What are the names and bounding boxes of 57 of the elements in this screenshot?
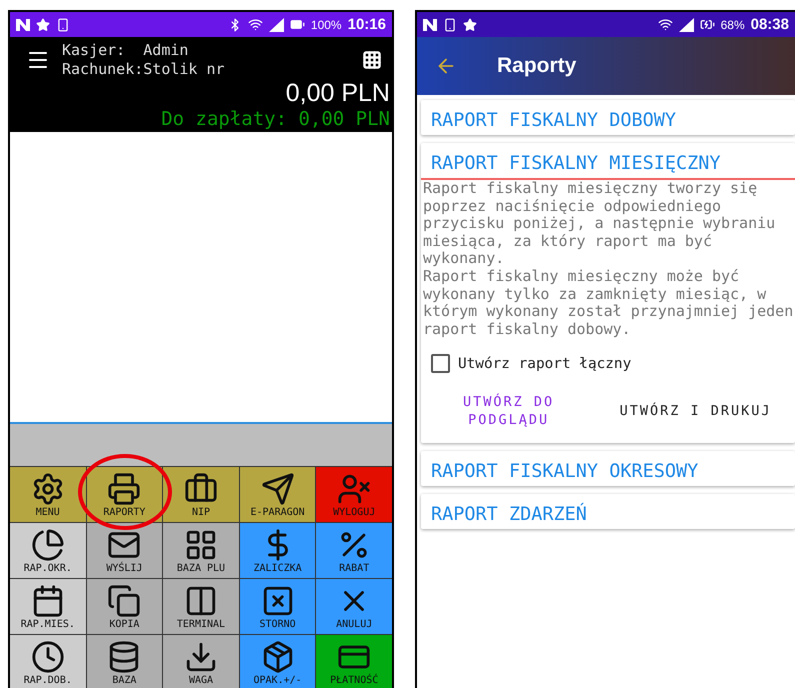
function-tile[interactable]: WAGA [163, 635, 239, 688]
app-bar-title: Raporty [496, 54, 576, 78]
function-tile[interactable]: RAPORTY [86, 467, 162, 522]
tile-icon [260, 472, 295, 506]
bill-label: Rachunek:Stolik nr [62, 60, 226, 78]
preview-button[interactable]: UTWÓRZ DO PODGLĄDU [420, 393, 596, 430]
star-icon [36, 18, 50, 32]
battery-percent: 100% [310, 18, 342, 32]
function-tile[interactable]: WYŚLIJ [86, 523, 162, 578]
battery-icon [700, 17, 715, 32]
function-tile[interactable]: BAZA [86, 635, 162, 688]
function-tile[interactable]: KOPIA [86, 579, 162, 634]
report-title[interactable]: RAPORT FISKALNY OKRESOWY [420, 451, 795, 486]
report-description: Raport fiskalny miesięczny może być wykonany tylko za zamknięty miesiąc, w którym wykonany został przynajmniej jeden raport fiskalny dobowy. [422, 268, 794, 338]
function-tile[interactable]: STORNO [240, 579, 316, 634]
report-title[interactable]: RAPORT ZDARZEŃ [420, 494, 795, 530]
n-logo-icon [422, 18, 437, 30]
function-tile[interactable]: WYLOGUJ [316, 467, 392, 522]
signal-icon [678, 18, 694, 32]
cashier-label: Kasjer: Admin [62, 41, 190, 60]
report-title[interactable]: RAPORT FISKALNY MIESIĘCZNY [420, 143, 795, 180]
function-tile[interactable]: RAP.MIES. [10, 579, 86, 634]
report-title[interactable]: RAPORT FISKALNY DOBOWY [420, 100, 795, 135]
function-tile[interactable]: BAZA PLU [163, 523, 239, 578]
phone-icon [442, 18, 457, 32]
battery-icon [290, 17, 305, 32]
function-tile[interactable]: E-PARAGON [240, 467, 316, 522]
amount-due: Do zapłaty: 0,00 PLN [161, 108, 391, 132]
phone-icon [56, 18, 70, 32]
star-icon [462, 18, 477, 32]
tile-icon [107, 472, 142, 506]
tile-icon [30, 528, 65, 562]
wifi-icon [248, 17, 263, 32]
battery-percent: 68% [720, 18, 745, 32]
function-tile[interactable]: RAP.DOB. [10, 635, 86, 688]
function-tile[interactable]: ZALICZKA [240, 523, 316, 578]
tile-icon [30, 640, 65, 674]
total-amount: 0,00 PLN [286, 78, 391, 108]
n-logo-icon [16, 18, 30, 30]
function-tile[interactable]: TERMINAL [163, 579, 239, 634]
function-tile[interactable]: NIP [163, 467, 239, 522]
tile-icon [107, 584, 142, 618]
function-tile[interactable]: RAP.OKR. [10, 523, 86, 578]
print-button[interactable]: UTWÓRZ I DRUKUJ [596, 402, 795, 420]
clock: 08:38 [750, 16, 789, 33]
function-tile[interactable]: OPAK.+/- [240, 635, 316, 688]
function-tile[interactable]: PŁATNOŚĆ [316, 635, 392, 688]
report-description: Raport fiskalny miesięczny tworzy się poprzez naciśnięcie odpowiedniego przycisku poniżej, a następnie wybraniu miesiąca, za który raport ma być wykonany. [422, 180, 776, 268]
wifi-icon [658, 17, 673, 32]
function-tile[interactable]: RABAT [316, 523, 392, 578]
checkbox-label: Utwórz raport łączny [458, 356, 632, 372]
function-tile[interactable]: ANULUJ [316, 579, 392, 634]
function-tile[interactable]: MENU [10, 467, 86, 522]
grid-icon[interactable] [362, 50, 382, 70]
signal-icon [268, 18, 284, 32]
checkbox[interactable] [430, 354, 450, 374]
clock: 10:16 [348, 16, 386, 33]
